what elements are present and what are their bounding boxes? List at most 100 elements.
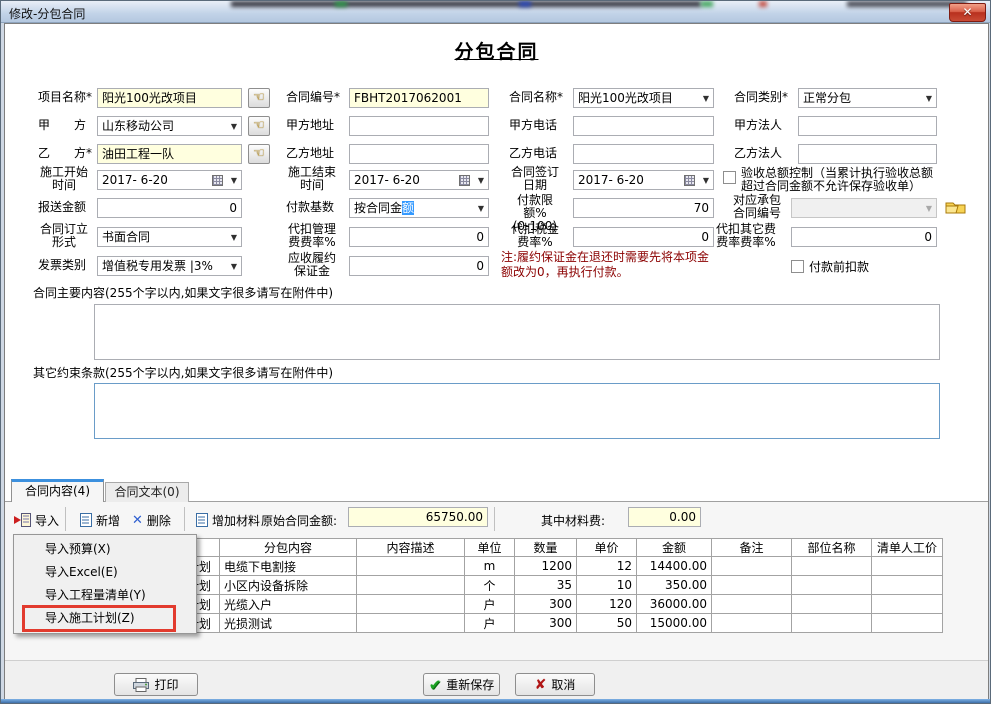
table-cell[interactable]: 35	[515, 576, 577, 595]
table-cell[interactable]: 10	[577, 576, 637, 595]
table-cell[interactable]	[792, 595, 872, 614]
table-cell[interactable]	[792, 614, 872, 633]
title-bar[interactable]: 修改-分包合同 ✕	[1, 1, 991, 23]
calendar-icon[interactable]	[459, 175, 470, 186]
tab-contract-content[interactable]: 合同内容(4)	[11, 479, 104, 502]
table-cell[interactable]: 户	[465, 614, 515, 633]
close-button[interactable]: ✕	[949, 3, 986, 22]
party-a-lookup-button[interactable]: ☜	[248, 116, 270, 136]
party-b-tel-field[interactable]	[573, 144, 714, 164]
column-header-5: 单价	[577, 539, 637, 557]
pay-limit-field[interactable]: 70	[573, 198, 714, 218]
add-material-button[interactable]: 增加材料	[193, 509, 263, 531]
chevron-down-icon[interactable]: ▼	[703, 177, 709, 185]
form-type-combo[interactable]: 书面合同▼	[97, 227, 242, 247]
print-button[interactable]: 打印	[114, 673, 198, 696]
chevron-down-icon[interactable]: ▼	[231, 123, 237, 131]
table-cell[interactable]: 电缆下电割接	[220, 557, 357, 576]
menu-item-3[interactable]: 导入工程量清单(Y)	[14, 584, 196, 607]
menu-item-1[interactable]: 导入预算(X)	[14, 538, 196, 561]
tab-contract-text[interactable]: 合同文本(0)	[105, 482, 189, 502]
menu-item-2[interactable]: 导入Excel(E)	[14, 561, 196, 584]
related-contract-combo[interactable]: ▼	[791, 198, 937, 218]
table-cell[interactable]	[712, 595, 792, 614]
import-button[interactable]: 导入	[11, 509, 62, 531]
accept-total-ctrl-checkbox[interactable]	[723, 171, 736, 184]
table-cell[interactable]: m	[465, 557, 515, 576]
chevron-down-icon[interactable]: ▼	[478, 177, 484, 185]
table-cell[interactable]: 小区内设备拆除	[220, 576, 357, 595]
calendar-icon[interactable]	[684, 175, 695, 186]
table-cell[interactable]	[357, 576, 465, 595]
project-lookup-button[interactable]: ☜	[248, 88, 270, 108]
pay-base-combo[interactable]: 按合同金额▼	[349, 198, 489, 218]
table-cell[interactable]	[357, 614, 465, 633]
report-amount-field[interactable]: 0	[97, 198, 242, 218]
table-cell[interactable]	[872, 557, 943, 576]
table-cell[interactable]: 15000.00	[637, 614, 712, 633]
chevron-down-icon[interactable]: ▼	[231, 177, 237, 185]
contract-name-combo[interactable]: 阳光100光改项目▼	[573, 88, 714, 108]
project-name-field[interactable]: 阳光100光改项目	[97, 88, 242, 108]
cancel-button[interactable]: ✘ 取消	[515, 673, 595, 696]
tax-fee-field[interactable]: 0	[573, 227, 714, 247]
party-b-legal-field[interactable]	[798, 144, 937, 164]
table-cell[interactable]: 300	[515, 595, 577, 614]
chevron-down-icon[interactable]: ▼	[703, 95, 709, 103]
chevron-down-icon[interactable]: ▼	[926, 95, 932, 103]
orig-amount-field[interactable]: 65750.00	[348, 507, 488, 527]
table-cell[interactable]: 36000.00	[637, 595, 712, 614]
folder-open-button[interactable]	[945, 199, 966, 219]
party-b-lookup-button[interactable]: ☜	[248, 144, 270, 164]
chevron-down-icon[interactable]: ▼	[231, 263, 237, 271]
contract-no-label: 合同编号*	[286, 91, 340, 104]
table-cell[interactable]: 350.00	[637, 576, 712, 595]
table-cell[interactable]	[872, 614, 943, 633]
start-date-picker[interactable]: 2017- 6-20▼	[97, 170, 242, 190]
deposit-field[interactable]: 0	[349, 256, 489, 276]
table-cell[interactable]: 50	[577, 614, 637, 633]
table-cell[interactable]: 1200	[515, 557, 577, 576]
other-terms-textarea[interactable]	[94, 383, 940, 439]
chevron-down-icon[interactable]: ▼	[478, 205, 484, 213]
table-cell[interactable]	[792, 557, 872, 576]
table-cell[interactable]	[872, 595, 943, 614]
mgmt-fee-field[interactable]: 0	[349, 227, 489, 247]
party-b-field[interactable]: 油田工程一队	[97, 144, 242, 164]
table-cell[interactable]: 户	[465, 595, 515, 614]
table-cell[interactable]	[792, 576, 872, 595]
add-row-button[interactable]: 新增	[77, 509, 123, 531]
table-cell[interactable]: 12	[577, 557, 637, 576]
end-date-picker[interactable]: 2017- 6-20▼	[349, 170, 489, 190]
pre-pay-deduct-checkbox[interactable]	[791, 260, 804, 273]
contract-type-combo[interactable]: 正常分包▼	[798, 88, 937, 108]
table-cell[interactable]	[357, 595, 465, 614]
table-cell[interactable]	[872, 576, 943, 595]
table-cell[interactable]	[712, 614, 792, 633]
party-a-combo[interactable]: 山东移动公司▼	[97, 116, 242, 136]
table-cell[interactable]	[357, 557, 465, 576]
table-cell[interactable]: 300	[515, 614, 577, 633]
invoice-type-combo[interactable]: 增值税专用发票 |3%▼	[97, 256, 242, 276]
delete-row-button[interactable]: ✕ 删除	[129, 509, 174, 531]
table-cell[interactable]: 14400.00	[637, 557, 712, 576]
party-a-legal-field[interactable]	[798, 116, 937, 136]
chevron-down-icon[interactable]: ▼	[231, 234, 237, 242]
party-a-addr-field[interactable]	[349, 116, 489, 136]
table-cell[interactable]: 光缆入户	[220, 595, 357, 614]
calendar-icon[interactable]	[212, 175, 223, 186]
main-content-textarea[interactable]	[94, 304, 940, 360]
material-fee-field[interactable]: 0.00	[628, 507, 701, 527]
table-cell[interactable]	[712, 557, 792, 576]
table-cell[interactable]: 120	[577, 595, 637, 614]
sign-date-picker[interactable]: 2017- 6-20▼	[573, 170, 714, 190]
other-fee-field[interactable]: 0	[791, 227, 937, 247]
party-b-addr-field[interactable]	[349, 144, 489, 164]
contract-no-field[interactable]: FBHT2017062001	[349, 88, 489, 108]
party-a-tel-field[interactable]	[573, 116, 714, 136]
save-button[interactable]: ✔ 重新保存	[423, 673, 500, 696]
table-cell[interactable]: 个	[465, 576, 515, 595]
table-cell[interactable]	[712, 576, 792, 595]
table-cell[interactable]: 光损测试	[220, 614, 357, 633]
hand-pointer-icon: ☜	[253, 90, 265, 105]
